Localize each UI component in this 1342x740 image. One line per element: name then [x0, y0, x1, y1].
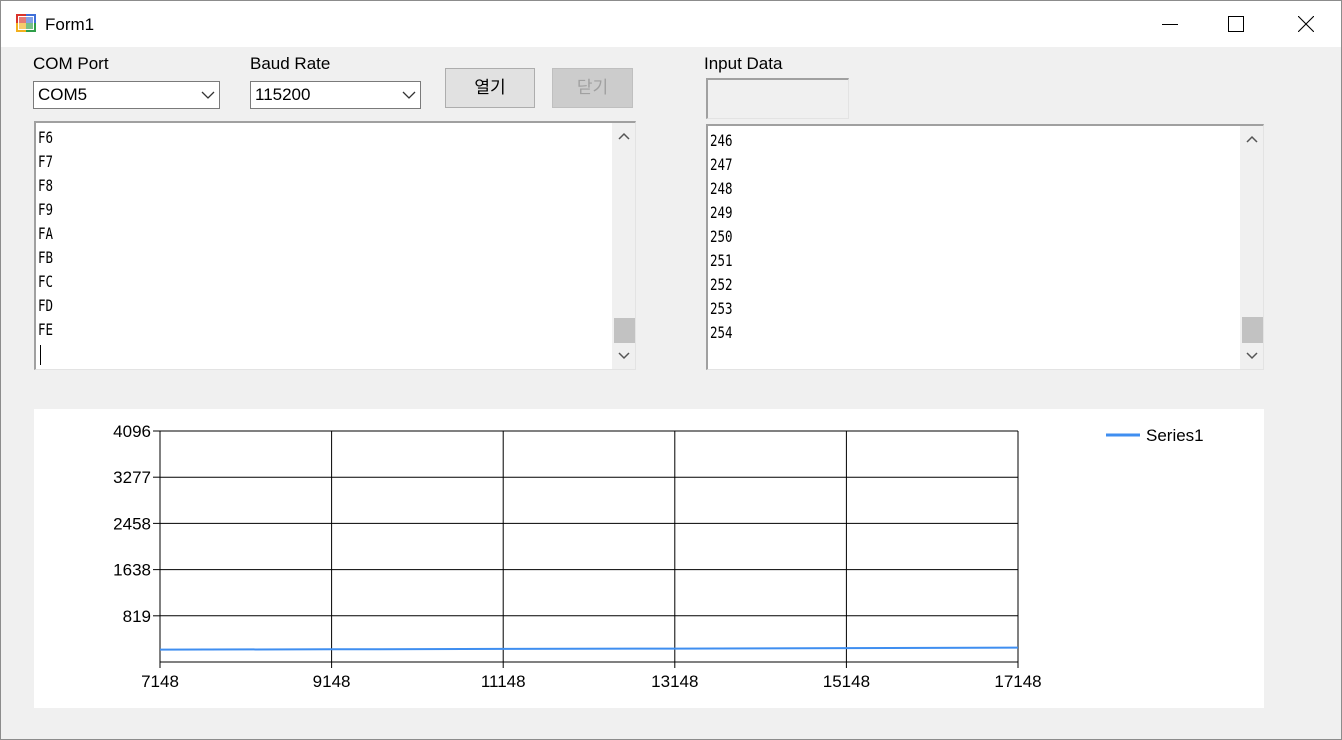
- minimize-icon: [1162, 24, 1178, 25]
- window-title: Form1: [45, 15, 95, 34]
- y-tick-label: 3277: [113, 468, 151, 487]
- baud-rate-label: Baud Rate: [250, 54, 331, 73]
- list-line: F6: [38, 128, 54, 147]
- series-line: [159, 646, 1019, 651]
- list-line: 254: [710, 323, 733, 342]
- list-line: 248: [710, 179, 733, 198]
- chevron-down-icon: [402, 91, 416, 99]
- com-port-select[interactable]: COM5: [33, 81, 220, 109]
- chevron-down-icon: [201, 91, 215, 99]
- list-line: 252: [710, 275, 733, 294]
- list-line: FB: [38, 248, 54, 267]
- baud-rate-value: 115200: [255, 85, 311, 104]
- hex-log-lines: F6 F7 F8 F9 FA FB FC FD FE: [38, 126, 57, 342]
- y-tick-label: 819: [123, 607, 151, 626]
- close-port-button[interactable]: 닫기: [552, 68, 633, 108]
- list-line: FD: [38, 296, 54, 315]
- com-port-label: COM Port: [33, 54, 109, 73]
- x-tick-label: 7148: [141, 672, 179, 691]
- list-line: 246: [710, 131, 733, 150]
- close-icon: [1298, 16, 1314, 32]
- input-data-lines: 246 247 248 249 250 251 252 253 254: [710, 129, 739, 345]
- list-line: F9: [38, 200, 54, 219]
- chart-panel: 7148 9148 11148 13148 15148 17148 819 1638 2458 3…: [34, 409, 1264, 708]
- minimize-button[interactable]: [1147, 1, 1193, 47]
- list-line: FA: [38, 224, 54, 243]
- list-line: F7: [38, 152, 54, 171]
- x-tick-label: 9148: [313, 672, 351, 691]
- list-line: 249: [710, 203, 733, 222]
- x-tick-label: 13148: [651, 672, 698, 691]
- list-line: FE: [38, 320, 54, 339]
- scrollbar-thumb[interactable]: [1242, 317, 1263, 343]
- maximize-button[interactable]: [1213, 1, 1259, 47]
- y-tick-label: 1638: [113, 561, 151, 580]
- list-line: 247: [710, 155, 733, 174]
- list-line: FC: [38, 272, 54, 291]
- input-data-field[interactable]: [706, 78, 849, 119]
- scroll-up-arrow-icon[interactable]: [618, 132, 630, 140]
- input-data-label: Input Data: [704, 54, 783, 73]
- input-data-list[interactable]: 246 247 248 249 250 251 252 253 254: [706, 124, 1264, 370]
- hex-log-scrollbar[interactable]: [612, 123, 635, 369]
- baud-rate-select[interactable]: 115200: [250, 81, 421, 109]
- line-chart: 7148 9148 11148 13148 15148 17148 819 1638 2458 3…: [113, 422, 1204, 691]
- hex-log-textbox[interactable]: F6 F7 F8 F9 FA FB FC FD FE: [34, 121, 636, 370]
- x-tick-label: 17148: [994, 672, 1041, 691]
- list-line: 250: [710, 227, 733, 246]
- list-line: F8: [38, 176, 54, 195]
- list-line: 253: [710, 299, 733, 318]
- form-window: Form1 COM Port COM5 Baud Rate 115200 열기 …: [0, 0, 1342, 740]
- input-data-scrollbar[interactable]: [1240, 126, 1263, 369]
- y-tick-label: 2458: [113, 514, 151, 533]
- list-line: 251: [710, 251, 733, 270]
- legend-label: Series1: [1146, 426, 1204, 445]
- com-port-value: COM5: [38, 85, 88, 104]
- close-button[interactable]: [1283, 1, 1329, 47]
- form-app-icon: [16, 14, 36, 32]
- scroll-down-arrow-icon[interactable]: [1246, 352, 1258, 360]
- x-tick-label: 11148: [481, 672, 526, 691]
- scroll-down-arrow-icon[interactable]: [618, 352, 630, 360]
- x-tick-label: 15148: [823, 672, 870, 691]
- text-caret: [40, 345, 41, 365]
- title-bar[interactable]: Form1: [1, 1, 1341, 47]
- scrollbar-thumb[interactable]: [614, 318, 635, 343]
- scroll-up-arrow-icon[interactable]: [1246, 135, 1258, 143]
- y-tick-label: 4096: [113, 422, 151, 441]
- maximize-icon: [1228, 16, 1244, 32]
- open-port-button[interactable]: 열기: [445, 68, 535, 108]
